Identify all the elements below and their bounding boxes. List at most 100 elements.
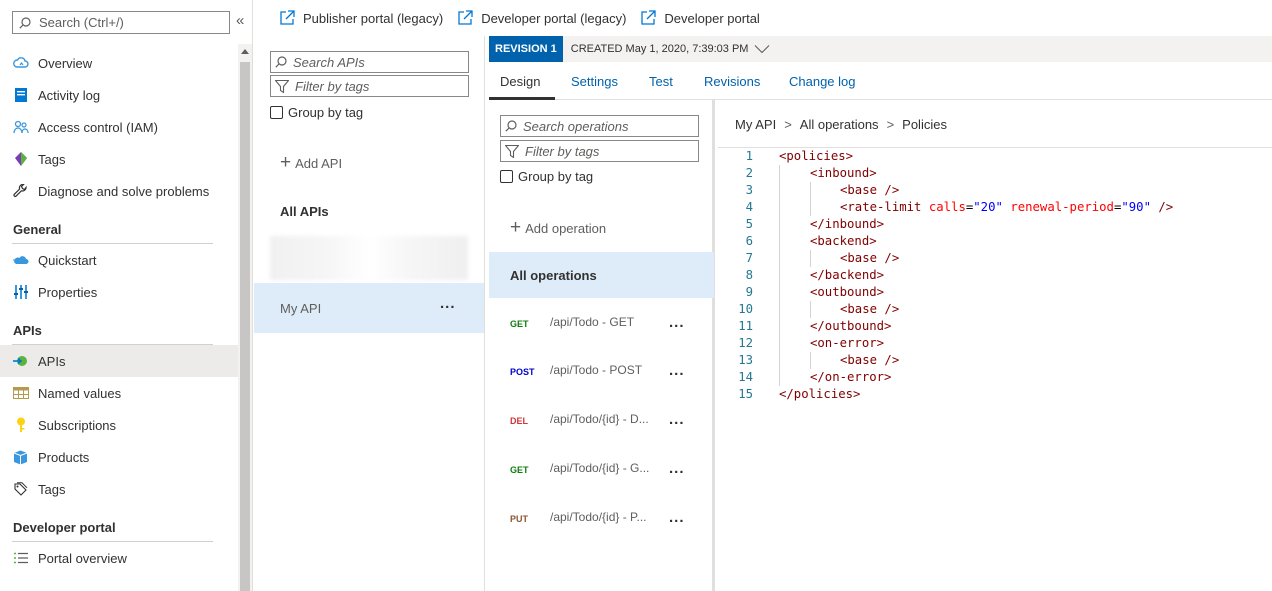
properties-icon [12, 284, 29, 301]
design-tabs: Design Settings Test Revisions Change lo… [489, 62, 1272, 100]
nav-section-general: General [0, 207, 238, 244]
code-token: /> [1151, 200, 1174, 214]
tags-outline-icon [12, 481, 29, 498]
more-options-icon[interactable]: ... [440, 295, 456, 312]
group-by-tag-operations[interactable]: Group by tag [500, 169, 593, 184]
nav-item-subscriptions[interactable]: Subscriptions [0, 409, 238, 441]
line-number: 10 [738, 302, 753, 316]
nav-item-portal-overview[interactable]: Portal overview [0, 542, 238, 574]
more-options-icon[interactable]: ... [669, 460, 685, 477]
nav-section-apis: APIs [0, 308, 238, 345]
tab-design[interactable]: Design [500, 74, 540, 89]
code-text: <policies> [779, 149, 854, 163]
all-operations-item[interactable]: All operations [489, 252, 714, 298]
search-icon [19, 16, 31, 29]
group-by-tag-apis[interactable]: Group by tag [270, 105, 363, 120]
nav-item-api-tags[interactable]: Tags [0, 473, 238, 505]
operation-item[interactable]: PUT /api/Todo/{id} - P... ... [489, 495, 711, 543]
indent-guide [810, 250, 811, 267]
api-item-my-api[interactable]: My API ... [254, 283, 484, 333]
nav-item-access-control[interactable]: Access control (IAM) [0, 111, 238, 143]
plus-icon: + [510, 217, 522, 238]
search-apis-input[interactable]: Search APIs [270, 51, 469, 73]
line-number: 7 [745, 251, 753, 265]
code-text: <inbound> [810, 166, 877, 180]
filter-operations-input[interactable]: Filter by tags [500, 140, 699, 162]
publisher-portal-link[interactable]: Publisher portal (legacy) [279, 10, 443, 26]
revision-created: CREATED May 1, 2020, 7:39:03 PM [570, 43, 749, 55]
people-icon [12, 119, 29, 136]
breadcrumb-api[interactable]: My API [735, 117, 776, 132]
nav-item-overview[interactable]: Overview [0, 47, 238, 79]
indent-guide [779, 335, 780, 352]
indent-guide [779, 216, 780, 233]
operation-item[interactable]: GET /api/Todo/{id} - G... ... [489, 446, 711, 494]
scroll-up-arrow-icon[interactable] [241, 49, 249, 54]
nav-item-tags[interactable]: Tags [0, 143, 238, 175]
http-verb-badge: PUT [510, 514, 528, 524]
code-line: 2 <inbound> [718, 165, 1272, 182]
code-line: 5 </inbound> [718, 216, 1272, 233]
add-api-label: Add API [295, 155, 343, 171]
operation-item[interactable]: POST /api/Todo - POST ... [489, 348, 711, 396]
nav-item-label: Products [38, 449, 90, 465]
code-text: <outbound> [810, 285, 885, 299]
add-operation-button[interactable]: + Add operation [510, 217, 606, 239]
operation-item[interactable]: GET /api/Todo - GET ... [489, 300, 711, 348]
checkbox[interactable] [270, 106, 283, 119]
more-options-icon[interactable]: ... [669, 362, 685, 379]
nav-item-properties[interactable]: Properties [0, 276, 238, 308]
blurred-api-item[interactable] [270, 236, 468, 280]
nav-item-named-values[interactable]: Named values [0, 377, 238, 409]
chevron-down-icon[interactable] [754, 44, 770, 54]
code-line: 7 <base /> [718, 250, 1272, 267]
line-number: 4 [745, 200, 753, 214]
nav-item-products[interactable]: Products [0, 441, 238, 473]
breadcrumb-all-operations[interactable]: All operations [800, 117, 879, 132]
line-number: 11 [738, 319, 753, 333]
nav-item-activity-log[interactable]: Activity log [0, 79, 238, 111]
policy-code-editor[interactable]: 1 <policies> 2 <inbound> 3 <base /> 4 <rate-… [718, 148, 1272, 403]
operation-path: /api/Todo - GET [550, 315, 635, 329]
code-text: <base /> [840, 302, 900, 316]
tab-change-log[interactable]: Change log [789, 74, 856, 89]
tab-test[interactable]: Test [649, 74, 673, 89]
code-text: </inbound> [810, 217, 885, 231]
tab-revisions[interactable]: Revisions [704, 74, 760, 89]
nav-items: Overview Activity log Access control (IA… [0, 47, 238, 574]
collapse-nav-icon[interactable]: « [236, 12, 244, 29]
indent-guide [810, 182, 811, 199]
line-number: 9 [745, 285, 753, 299]
nav-scrollbar[interactable] [238, 44, 252, 591]
code-line: 8 </backend> [718, 267, 1272, 284]
revision-badge[interactable]: REVISION 1 [489, 36, 563, 62]
tab-settings[interactable]: Settings [571, 74, 618, 89]
filter-apis-input[interactable]: Filter by tags [270, 75, 469, 97]
nav-search-input[interactable]: Search (Ctrl+/) [12, 11, 230, 34]
add-operation-label: Add operation [525, 220, 607, 236]
more-options-icon[interactable]: ... [669, 314, 685, 331]
operation-path: /api/Todo/{id} - P... [550, 510, 647, 524]
code-line: 4 <rate-limit calls="20" renewal-period="… [718, 199, 1272, 216]
operation-path: /api/Todo/{id} - D... [550, 412, 649, 426]
code-line: 15 </policies> [718, 386, 1272, 403]
line-number: 15 [738, 387, 753, 401]
developer-portal-legacy-label: Developer portal (legacy) [481, 10, 627, 26]
wrench-icon [12, 183, 29, 200]
line-number: 3 [745, 183, 753, 197]
search-operations-input[interactable]: Search operations [500, 115, 699, 137]
developer-portal-link[interactable]: Developer portal [640, 10, 760, 26]
nav-item-quickstart[interactable]: Quickstart [0, 244, 238, 276]
scrollbar-thumb[interactable] [240, 62, 250, 591]
add-api-button[interactable]: + Add API [280, 152, 342, 174]
code-text: </backend> [810, 268, 885, 282]
operation-path: /api/Todo/{id} - G... [550, 461, 650, 475]
more-options-icon[interactable]: ... [669, 509, 685, 526]
line-number: 8 [745, 268, 753, 282]
nav-item-diagnose[interactable]: Diagnose and solve problems [0, 175, 238, 207]
developer-portal-legacy-link[interactable]: Developer portal (legacy) [457, 10, 626, 26]
more-options-icon[interactable]: ... [669, 411, 685, 428]
nav-item-apis[interactable]: APIs [0, 345, 238, 377]
operation-item[interactable]: DEL /api/Todo/{id} - D... ... [489, 397, 711, 445]
checkbox[interactable] [500, 170, 513, 183]
